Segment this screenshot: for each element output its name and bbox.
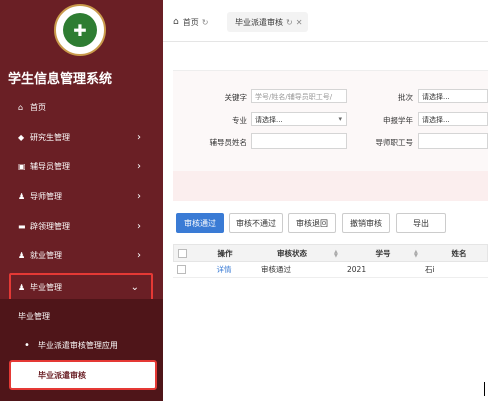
major-select-value: 请选择... xyxy=(255,116,283,124)
major-label: 专业 xyxy=(232,116,247,125)
search-panel-footer xyxy=(173,171,488,201)
user-group-icon: ♟ xyxy=(18,191,26,201)
reject-button[interactable]: 审核不通过 xyxy=(229,213,283,233)
logo-emblem-icon: ✚ xyxy=(63,13,97,47)
column-header-student-id[interactable]: 学号 xyxy=(344,245,422,261)
batch-label: 批次 xyxy=(398,93,413,102)
sort-icon[interactable]: ▲ ▼ xyxy=(414,250,418,259)
submenu-item-label: 毕业管理 xyxy=(18,311,50,321)
sidebar-item-label: 首页 xyxy=(30,102,46,112)
id-card-icon: ▣ xyxy=(18,161,26,171)
sidebar-item-mentor[interactable]: ♟ 导师管理 › xyxy=(0,182,163,210)
major-select[interactable]: 请选择... ▾ xyxy=(251,112,347,126)
apply-year-label: 申报学年 xyxy=(383,116,413,125)
chevron-down-icon: ▾ xyxy=(338,115,342,123)
tab-bar: ⌂ 首页 ↻ 毕业派遣审核 ↻ ✕ xyxy=(163,0,488,42)
user-group-icon: ♟ xyxy=(18,282,26,292)
approve-button[interactable]: 审核通过 xyxy=(176,213,224,233)
name-cell: 石i xyxy=(425,265,435,274)
sidebar-item-label: 导师管理 xyxy=(30,191,62,201)
mentor-id-input[interactable] xyxy=(418,133,488,149)
sidebar: ✚ 学生信息管理系统 ⌂ 首页 ◆ 研究生管理 › ▣ 辅导员管理 › ♟ 导师… xyxy=(0,0,163,401)
sidebar-item-label: 就业管理 xyxy=(30,250,62,260)
university-logo: ✚ xyxy=(54,4,106,56)
apply-year-select[interactable]: 请选择... xyxy=(418,112,488,126)
bullet-dot-icon: • xyxy=(24,339,30,351)
sidebar-item-label: 辟领理管理 xyxy=(30,221,70,231)
tab-label: 毕业派遣审核 xyxy=(235,17,283,27)
return-button[interactable]: 审核退回 xyxy=(288,213,336,233)
sidebar-item-label: 毕业管理 xyxy=(30,282,62,292)
select-all-checkbox[interactable] xyxy=(178,245,187,261)
refresh-icon[interactable]: ↻ xyxy=(202,18,209,27)
chevron-right-icon: › xyxy=(137,190,141,202)
tab-dispatch-audit[interactable]: 毕业派遣审核 ↻ ✕ xyxy=(227,12,309,32)
apply-year-select-value: 请选择... xyxy=(422,116,450,124)
sidebar-item-graduate[interactable]: ◆ 研究生管理 › xyxy=(0,123,163,151)
mentor-id-label: 导师职工号 xyxy=(375,138,414,147)
tab-home[interactable]: ⌂ 首页 ↻ xyxy=(173,12,208,32)
chevron-right-icon: › xyxy=(137,131,141,143)
close-icon[interactable]: ✕ xyxy=(296,18,303,27)
chevron-right-icon: › xyxy=(137,249,141,261)
app-title: 学生信息管理系统 xyxy=(8,72,113,87)
keyword-input[interactable]: 学号/姓名/辅导员职工号/ xyxy=(251,89,347,103)
chevron-down-icon: ⌄ xyxy=(130,281,139,293)
card-icon: ▬ xyxy=(18,221,26,231)
sidebar-item-label: 辅导员管理 xyxy=(30,161,70,171)
export-button[interactable]: 导出 xyxy=(396,213,446,233)
sidebar-item-card[interactable]: ▬ 辟领理管理 › xyxy=(0,212,163,240)
sidebar-item-home[interactable]: ⌂ 首页 xyxy=(0,93,163,121)
tab-label: 首页 xyxy=(182,17,199,27)
status-cell: 审核通过 xyxy=(261,265,291,274)
chevron-right-icon: › xyxy=(137,160,141,172)
sidebar-item-graduation[interactable]: ♟ 毕业管理 ⌄ xyxy=(9,273,153,301)
batch-select-value: 请选择... xyxy=(422,93,450,101)
submenu-item-label: 毕业派遣审核管理应用 xyxy=(37,340,118,350)
text-cursor xyxy=(484,382,485,396)
counselor-name-label: 辅导员姓名 xyxy=(209,138,248,147)
counselor-name-input[interactable] xyxy=(251,133,347,149)
home-icon: ⌂ xyxy=(173,17,179,27)
sidebar-item-employment[interactable]: ♟ 就业管理 › xyxy=(0,241,163,269)
column-header-action: 操作 xyxy=(217,248,233,258)
batch-select[interactable]: 请选择... xyxy=(418,89,488,103)
graduation-cap-icon: ◆ xyxy=(18,132,25,142)
table-header: 操作 审核状态 ▲ ▼ 学号 ▲ ▼ 姓名 xyxy=(173,244,488,262)
refresh-icon[interactable]: ↻ xyxy=(286,18,293,27)
sidebar-item-counselor[interactable]: ▣ 辅导员管理 › xyxy=(0,152,163,180)
keyword-label: 关键字 xyxy=(224,93,248,102)
chevron-right-icon: › xyxy=(137,220,141,232)
table-row: 详情 审核通过 2021 石i xyxy=(173,262,488,278)
submenu-item-dispatch-audit-app[interactable]: • 毕业派遣审核管理应用 xyxy=(0,331,163,359)
home-icon: ⌂ xyxy=(18,102,24,112)
student-id-cell: 2021 xyxy=(347,265,367,274)
detail-link[interactable]: 详情 xyxy=(203,262,245,277)
submenu-item-graduation[interactable]: 毕业管理 xyxy=(0,302,163,330)
row-checkbox[interactable] xyxy=(177,262,186,277)
column-header-status[interactable]: 审核状态 xyxy=(252,245,332,261)
column-header-name: 姓名 xyxy=(451,248,467,258)
user-group-icon: ♟ xyxy=(18,250,26,260)
sort-icon[interactable]: ▲ ▼ xyxy=(334,250,338,259)
revoke-button[interactable]: 撤销审核 xyxy=(342,213,390,233)
submenu-item-dispatch-audit[interactable]: 毕业派遣审核 xyxy=(9,360,157,390)
sidebar-item-label: 研究生管理 xyxy=(30,132,70,142)
